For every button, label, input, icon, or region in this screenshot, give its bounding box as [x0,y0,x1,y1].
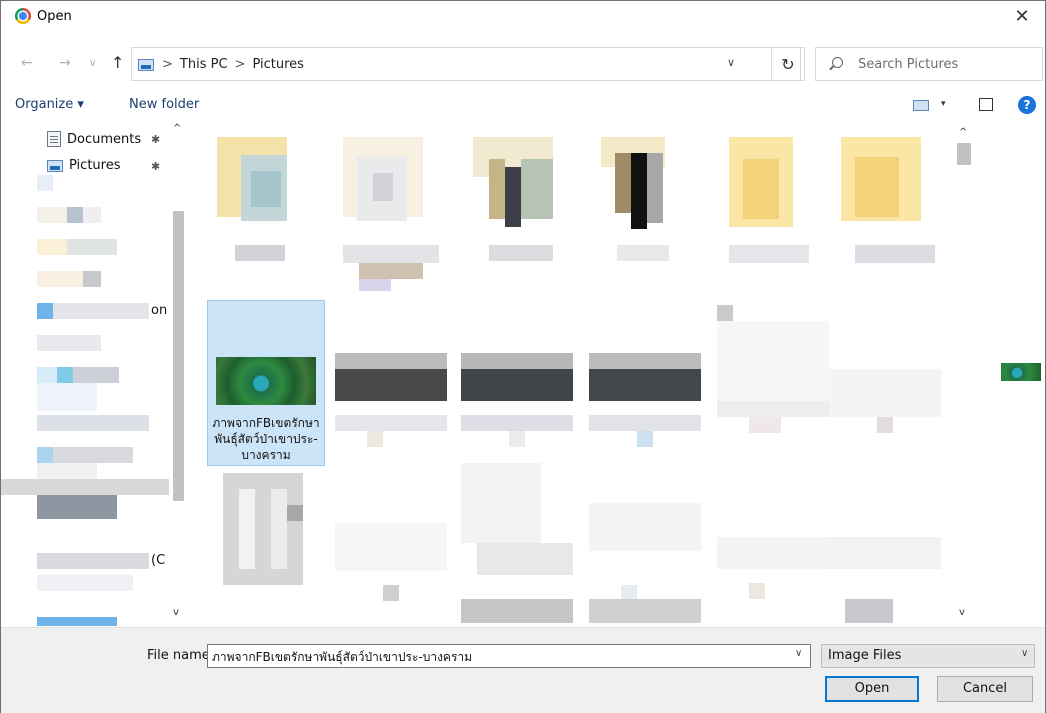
selected-file-label: ภาพจากFBเขตรักษาพันธุ์สัตว์ป่าเขาประ-บาง… [212,416,320,462]
scroll-down-arrow-icon[interactable]: v [959,607,965,618]
file-thumbnail[interactable] [717,305,829,435]
pictures-icon [47,159,63,172]
content-scrollbar-thumb[interactable] [957,143,971,165]
sidebar-item-documents[interactable]: Documents [47,131,141,147]
file-type-dropdown-chevron-icon[interactable]: ∨ [1021,648,1028,659]
dialog-title: Open [37,9,72,24]
refresh-button[interactable]: ↻ [771,47,805,81]
file-list[interactable]: ภาพจากFBเขตรักษาพันธุ์สัตว์ป่าเขาประ-บาง… [191,123,951,626]
nav-scroll-up-arrow-icon[interactable]: ^ [173,123,181,134]
sidebar-item-partial-label: (C [151,553,166,568]
search-placeholder: Search Pictures [858,57,959,72]
sidebar-item-pictures[interactable]: Pictures [47,158,120,173]
file-thumbnail[interactable] [343,137,439,291]
organize-button[interactable]: Organize ▾ [15,97,84,112]
command-bar: Organize ▾ New folder ▾ ? [1,93,1045,119]
view-options-dropdown-icon[interactable]: ▾ [941,99,946,109]
help-icon[interactable]: ? [1018,96,1036,114]
selected-file-thumbnail [216,357,316,405]
address-dropdown-chevron-icon[interactable]: ∨ [727,56,735,69]
document-icon [47,131,61,147]
file-thumbnail[interactable] [829,369,941,439]
file-name-dropdown-chevron-icon[interactable]: ∨ [795,648,802,659]
nav-scroll-down-arrow-icon[interactable]: v [173,607,179,618]
recent-locations-chevron-icon[interactable]: ∨ [89,58,96,69]
scroll-up-arrow-icon[interactable]: ^ [959,127,967,138]
nav-scrollbar-thumb[interactable] [173,211,184,501]
address-bar[interactable]: > This PC > Pictures ∨ [131,47,801,81]
sidebar-item-label: Pictures [69,158,121,173]
file-thumbnail[interactable] [217,137,287,267]
breadcrumb-this-pc[interactable]: This PC [180,57,228,72]
file-thumbnail[interactable] [717,537,829,607]
dialog-footer: File name: ภาพจากFBเขตรักษาพันธุ์สัตว์ป่… [1,627,1045,713]
preview-pane-icon[interactable] [979,98,993,111]
breadcrumb-pictures[interactable]: Pictures [252,57,303,72]
preview-pane-thumbnail [1001,363,1041,381]
pictures-folder-icon [138,59,154,71]
search-icon [832,57,843,68]
up-arrow-icon[interactable]: ↑ [111,53,124,72]
pin-icon[interactable]: ✱ [151,133,160,146]
new-folder-button[interactable]: New folder [129,97,199,112]
breadcrumb-separator: > [234,57,246,72]
open-file-dialog: Open ✕ ← → ∨ ↑ > This PC > Pictures ∨ ↻ … [0,0,1046,713]
sidebar-item-partial-label: on [151,303,168,318]
search-input[interactable]: Search Pictures [815,47,1043,81]
file-thumbnail[interactable] [841,137,937,267]
file-thumbnail[interactable] [601,137,681,267]
close-button[interactable]: ✕ [999,1,1045,32]
file-thumbnail[interactable] [461,463,573,623]
cancel-button[interactable]: Cancel [937,676,1033,702]
pin-icon[interactable]: ✱ [151,160,160,173]
file-thumbnail[interactable] [335,353,447,453]
title-bar: Open ✕ [1,1,1045,32]
back-arrow-icon[interactable]: ← [21,55,33,71]
file-thumbnail[interactable] [729,137,809,267]
file-name-label: File name: [147,648,215,663]
file-thumbnail[interactable] [473,137,569,267]
navigation-pane[interactable]: Documents ✱ Pictures ✱ on (C [1,123,187,626]
file-thumbnail[interactable] [829,537,941,626]
file-name-field[interactable]: ภาพจากFBเขตรักษาพันธุ์สัตว์ป่าเขาประ-บาง… [207,644,811,668]
forward-arrow-icon[interactable]: → [59,55,71,71]
open-button[interactable]: Open [825,676,919,702]
file-type-select[interactable]: Image Files [821,644,1035,668]
sidebar-item-label: Documents [67,131,142,147]
file-thumbnail[interactable] [589,353,701,453]
file-thumbnail[interactable] [223,473,303,585]
chrome-icon [15,8,31,24]
breadcrumb-separator: > [162,57,173,72]
change-view-icon[interactable] [913,100,929,111]
breadcrumb: > This PC > Pictures [162,57,304,72]
file-thumbnail[interactable] [335,523,447,603]
selected-file-item[interactable]: ภาพจากFBเขตรักษาพันธุ์สัตว์ป่าเขาประ-บาง… [207,300,325,466]
file-thumbnail[interactable] [461,353,573,453]
file-thumbnail[interactable] [589,503,701,623]
